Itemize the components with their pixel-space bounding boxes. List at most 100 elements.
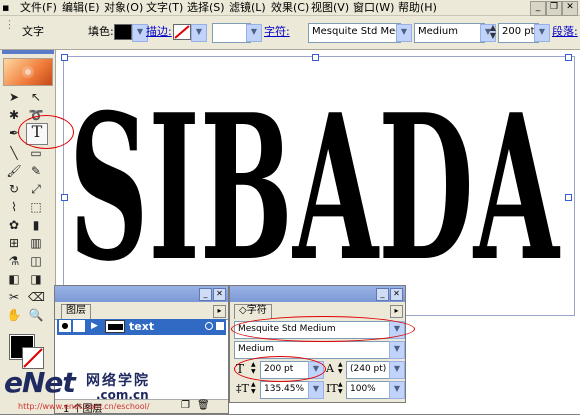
layer-row[interactable]: ● ▶ text (57, 319, 226, 335)
character-panel: _ ✕ ◇字符 ▸ Mesquite Std Medium ▼ Medium ▼… (229, 285, 406, 403)
menu-window[interactable]: 窗口(W) (353, 1, 394, 15)
slice-tool-icon[interactable]: ✂ (6, 289, 22, 305)
leading-icon: A (326, 362, 334, 375)
vertical-scale-stepper[interactable]: ▲ ▼ (251, 381, 256, 395)
anchor-handle[interactable] (565, 54, 572, 61)
fill-label: 填色: (88, 25, 114, 38)
tab-character[interactable]: ◇字符 (234, 304, 272, 319)
panel-menu-icon[interactable]: ▸ (390, 305, 403, 318)
vertical-scale-dropdown-icon[interactable]: ▼ (308, 381, 324, 399)
fill-swatch[interactable] (114, 24, 132, 40)
font-family-select[interactable]: Mesquite Std Medium (308, 23, 401, 43)
live-paint-selection-icon[interactable]: ◨ (28, 271, 44, 287)
zoom-tool-icon[interactable]: 🔍 (28, 307, 44, 323)
control-bar: ⋮ 文字 填色: ▼ 描边: ▼ ▼ 字符: Mesquite Std Medi… (0, 16, 580, 50)
anchor-handle[interactable] (61, 54, 68, 61)
leading-dropdown-icon[interactable]: ▼ (389, 361, 405, 379)
menu-edit[interactable]: 编辑(E) (62, 1, 100, 15)
blend-tool-icon[interactable]: ◫ (28, 253, 44, 269)
font-family-dropdown-icon[interactable]: ▼ (396, 24, 412, 42)
minimize-icon[interactable]: _ (530, 1, 546, 16)
anchor-handle[interactable] (312, 54, 319, 61)
menu-file[interactable]: 文件(F) (20, 1, 57, 15)
watermark-url: http://www.enet.com.cn/eschool/ (18, 402, 150, 411)
minimize-icon[interactable]: _ (376, 288, 389, 301)
magic-wand-tool-icon[interactable]: ✱ (6, 107, 22, 123)
selection-indicator[interactable] (216, 322, 224, 330)
font-style-field[interactable]: Medium (234, 341, 395, 359)
thumbnail-content (108, 324, 123, 330)
anchor-handle[interactable] (61, 194, 68, 201)
paintbrush-tool-icon[interactable]: 🖌 (6, 163, 22, 179)
minimize-icon[interactable]: _ (199, 288, 212, 301)
flower-icon (22, 66, 34, 78)
hand-tool-icon[interactable]: ✋ (6, 307, 22, 323)
watermark-suffix: .com.cn (96, 388, 149, 402)
layer-name: text (129, 320, 155, 333)
toolbox: ➤ ↖ ✱ ➰ ✒ T ╲ ▭ 🖌 ✎ ↻ ⤢ ⌇ ⬚ ✿ ▮ ⊞ ▥ ⚗ ◫ … (0, 50, 56, 414)
font-size-field[interactable]: 200 pt (498, 23, 539, 43)
highlight-ellipse (234, 356, 326, 382)
graph-tool-icon[interactable]: ▮ (28, 217, 44, 233)
warp-tool-icon[interactable]: ⌇ (6, 199, 22, 215)
menu-effect[interactable]: 效果(C) (271, 1, 309, 15)
menu-type[interactable]: 文字(T) (146, 1, 183, 15)
vertical-scale-field[interactable]: 135.45% (260, 381, 313, 399)
panel-menu-icon[interactable]: ▸ (213, 305, 226, 318)
live-paint-tool-icon[interactable]: ◧ (6, 271, 22, 287)
close-icon[interactable]: ✕ (562, 1, 578, 16)
layer-thumbnail (105, 320, 125, 333)
leading-stepper[interactable]: ▲ ▼ (338, 361, 343, 375)
line-tool-icon[interactable]: ╲ (6, 145, 22, 161)
headline-text: SIBADA (69, 71, 561, 268)
symbol-sprayer-tool-icon[interactable]: ✿ (6, 217, 22, 233)
leading-field[interactable]: (240 pt) (346, 361, 395, 379)
illustrator-logo (3, 58, 53, 86)
watermark: eNet 网络学院 .com.cn http://www.enet.com.cn… (0, 366, 230, 414)
rotate-tool-icon[interactable]: ↻ (6, 181, 22, 197)
horizontal-scale-field[interactable]: 100% (346, 381, 395, 399)
grip-icon: ⋮ (4, 18, 15, 31)
mesh-tool-icon[interactable]: ⊞ (6, 235, 22, 251)
menu-filter[interactable]: 滤镜(L) (229, 1, 266, 15)
stroke-weight-dropdown-icon[interactable]: ▼ (246, 24, 262, 42)
lock-toggle[interactable] (73, 320, 85, 332)
visibility-eye-icon[interactable]: ● (59, 320, 71, 332)
paragraph-link[interactable]: 段落: (552, 25, 578, 39)
menu-bar: ▪ 文件(F) 编辑(E) 对象(O) 文字(T) 选择(S) 滤镜(L) 效果… (0, 0, 580, 16)
expand-arrow-icon[interactable]: ▶ (91, 321, 98, 331)
close-icon[interactable]: ✕ (213, 288, 226, 301)
scale-tool-icon[interactable]: ⤢ (28, 181, 44, 197)
free-transform-tool-icon[interactable]: ⬚ (28, 199, 44, 215)
horizontal-scale-dropdown-icon[interactable]: ▼ (389, 381, 405, 399)
watermark-chinese: 网络学院 (86, 373, 150, 389)
tab-layers[interactable]: 图层 (61, 304, 91, 319)
character-link[interactable]: 字符: (264, 25, 290, 39)
menu-view[interactable]: 视图(V) (311, 1, 349, 15)
no-stroke-icon (23, 348, 43, 368)
restore-icon[interactable]: ❐ (546, 1, 562, 16)
eyedropper-tool-icon[interactable]: ⚗ (6, 253, 22, 269)
direct-selection-tool-icon[interactable]: ↖ (28, 89, 44, 105)
anchor-handle[interactable] (565, 194, 572, 201)
eraser-tool-icon[interactable]: ⌫ (28, 289, 45, 305)
stroke-swatch[interactable] (173, 24, 191, 40)
target-icon[interactable] (205, 322, 213, 330)
stroke-dropdown-icon[interactable]: ▼ (191, 24, 207, 42)
pencil-tool-icon[interactable]: ✎ (28, 163, 44, 179)
font-size-dropdown-icon[interactable]: ▼ (534, 24, 550, 42)
gradient-tool-icon[interactable]: ▥ (28, 235, 44, 251)
menu-help[interactable]: 帮助(H) (398, 1, 437, 15)
watermark-brand: eNet (4, 366, 76, 399)
headline-text-object[interactable]: SIBADA (64, 58, 564, 268)
font-size-stepper[interactable]: ▲ ▼ (488, 24, 498, 40)
stroke-link[interactable]: 描边: (146, 25, 172, 39)
close-icon[interactable]: ✕ (390, 288, 403, 301)
horizontal-scale-stepper[interactable]: ▲ ▼ (338, 381, 343, 395)
selection-tool-icon[interactable]: ➤ (6, 89, 22, 105)
font-style-dropdown-icon[interactable]: ▼ (389, 341, 405, 359)
menu-object[interactable]: 对象(O) (104, 1, 143, 15)
menu-select[interactable]: 选择(S) (187, 1, 225, 15)
font-style-select[interactable]: Medium (414, 23, 485, 43)
app-icon[interactable]: ▪ (2, 1, 9, 15)
